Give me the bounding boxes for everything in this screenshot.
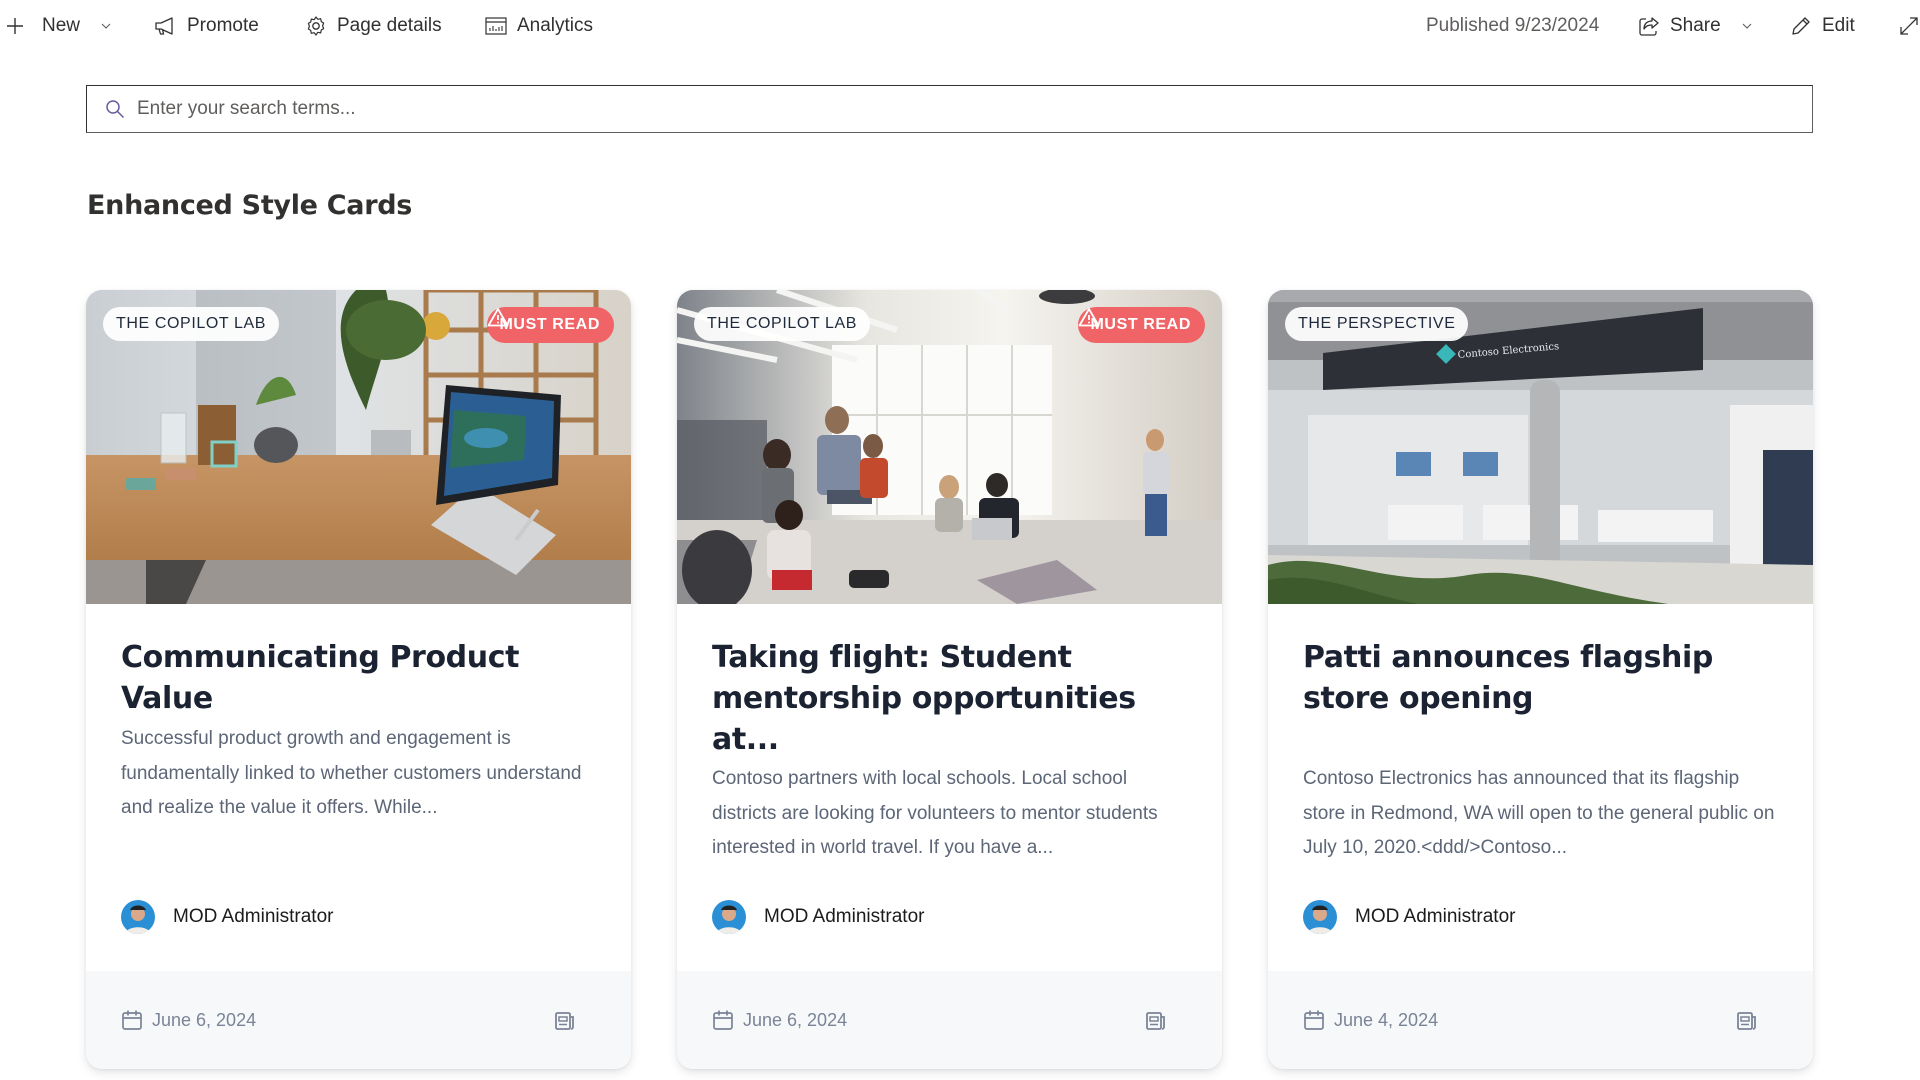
promote-button[interactable]: Promote [153, 12, 259, 40]
must-read-label: MUST READ [499, 316, 600, 333]
must-read-label: MUST READ [1090, 316, 1191, 333]
card-image: THE COPILOT LAB MUST READ [677, 290, 1222, 604]
analytics-icon [485, 17, 507, 35]
chevron-down-icon [1742, 23, 1752, 29]
avatar [1303, 900, 1337, 934]
news-article-icon [1146, 1012, 1165, 1030]
date-text: June 6, 2024 [152, 1009, 257, 1030]
plus-icon [7, 18, 23, 34]
edit-button[interactable]: Edit [1790, 12, 1855, 40]
megaphone-icon [155, 17, 173, 35]
page-details-label: Page details [337, 15, 442, 36]
card-description: Contoso partners with local schools. Loc… [712, 768, 1158, 858]
news-card[interactable]: Contoso Electronics THE PERSPECTIVE Patt… [1268, 290, 1813, 1069]
search-input[interactable] [137, 86, 1812, 132]
gear-icon [307, 16, 325, 36]
calendar-icon [1304, 1010, 1324, 1030]
news-article-icon [555, 1012, 574, 1030]
calendar-icon [713, 1010, 733, 1030]
card-date: June 4, 2024 [1303, 1009, 1438, 1031]
warning-icon [1079, 308, 1100, 327]
chevron-down-icon [101, 23, 111, 29]
must-read-badge: MUST READ [1078, 307, 1205, 343]
card-date: June 6, 2024 [121, 1009, 256, 1031]
date-text: June 4, 2024 [1334, 1009, 1439, 1030]
date-text: June 6, 2024 [743, 1009, 848, 1030]
card-description: Successful product growth and engagement… [121, 728, 582, 818]
published-label: Published 9/23/2024 [1426, 15, 1600, 36]
promote-label: Promote [187, 15, 259, 36]
card-image: Contoso Electronics THE PERSPECTIVE [1268, 290, 1813, 604]
author-name: MOD Administrator [173, 906, 334, 927]
expand-icon [1900, 17, 1918, 35]
search-box[interactable] [86, 85, 1813, 133]
category-pill[interactable]: THE PERSPECTIVE [1285, 307, 1469, 341]
card-date: June 6, 2024 [712, 1009, 847, 1031]
card-footer: June 6, 2024 [86, 971, 631, 1069]
card-author: MOD Administrator [121, 900, 333, 934]
card-footer: June 6, 2024 [677, 971, 1222, 1069]
section-title: Enhanced Style Cards [87, 190, 413, 221]
page-details-button[interactable]: Page details [305, 12, 442, 40]
edit-label: Edit [1822, 15, 1855, 36]
must-read-badge: MUST READ [487, 307, 614, 343]
card-footer: June 4, 2024 [1268, 971, 1813, 1069]
news-card[interactable]: THE COPILOT LAB MUST READ Communicating … [86, 290, 631, 1069]
search-icon [106, 100, 125, 119]
analytics-button[interactable]: Analytics [485, 12, 593, 40]
author-name: MOD Administrator [1355, 906, 1516, 927]
avatar [712, 900, 746, 934]
card-description: Contoso Electronics has announced that i… [1303, 768, 1775, 858]
card-title[interactable]: Communicating Product Value [121, 637, 596, 719]
card-title[interactable]: Taking flight: Student mentorship opport… [712, 637, 1187, 760]
new-label: New [42, 15, 81, 36]
calendar-icon [122, 1010, 142, 1030]
news-article-icon [1737, 1012, 1756, 1030]
card-author: MOD Administrator [712, 900, 924, 934]
warning-icon [488, 308, 509, 327]
share-button[interactable]: Share [1638, 12, 1753, 40]
card-image: THE COPILOT LAB MUST READ [86, 290, 631, 604]
share-label: Share [1670, 15, 1721, 36]
share-icon [1639, 17, 1659, 36]
pencil-icon [1792, 17, 1810, 35]
card-title[interactable]: Patti announces flagship store opening [1303, 637, 1778, 719]
analytics-label: Analytics [517, 15, 594, 36]
author-name: MOD Administrator [764, 906, 925, 927]
avatar [121, 900, 155, 934]
expand-button[interactable] [1898, 12, 1920, 40]
command-bar: New Promote Page details Analytics Publi… [0, 0, 1920, 52]
category-pill[interactable]: THE COPILOT LAB [694, 307, 871, 341]
news-card[interactable]: THE COPILOT LAB MUST READ Taking flight:… [677, 290, 1222, 1069]
published-status: Published 9/23/2024 [1426, 12, 1599, 40]
new-button[interactable]: New [6, 12, 112, 40]
card-author: MOD Administrator [1303, 900, 1515, 934]
category-pill[interactable]: THE COPILOT LAB [103, 307, 280, 341]
